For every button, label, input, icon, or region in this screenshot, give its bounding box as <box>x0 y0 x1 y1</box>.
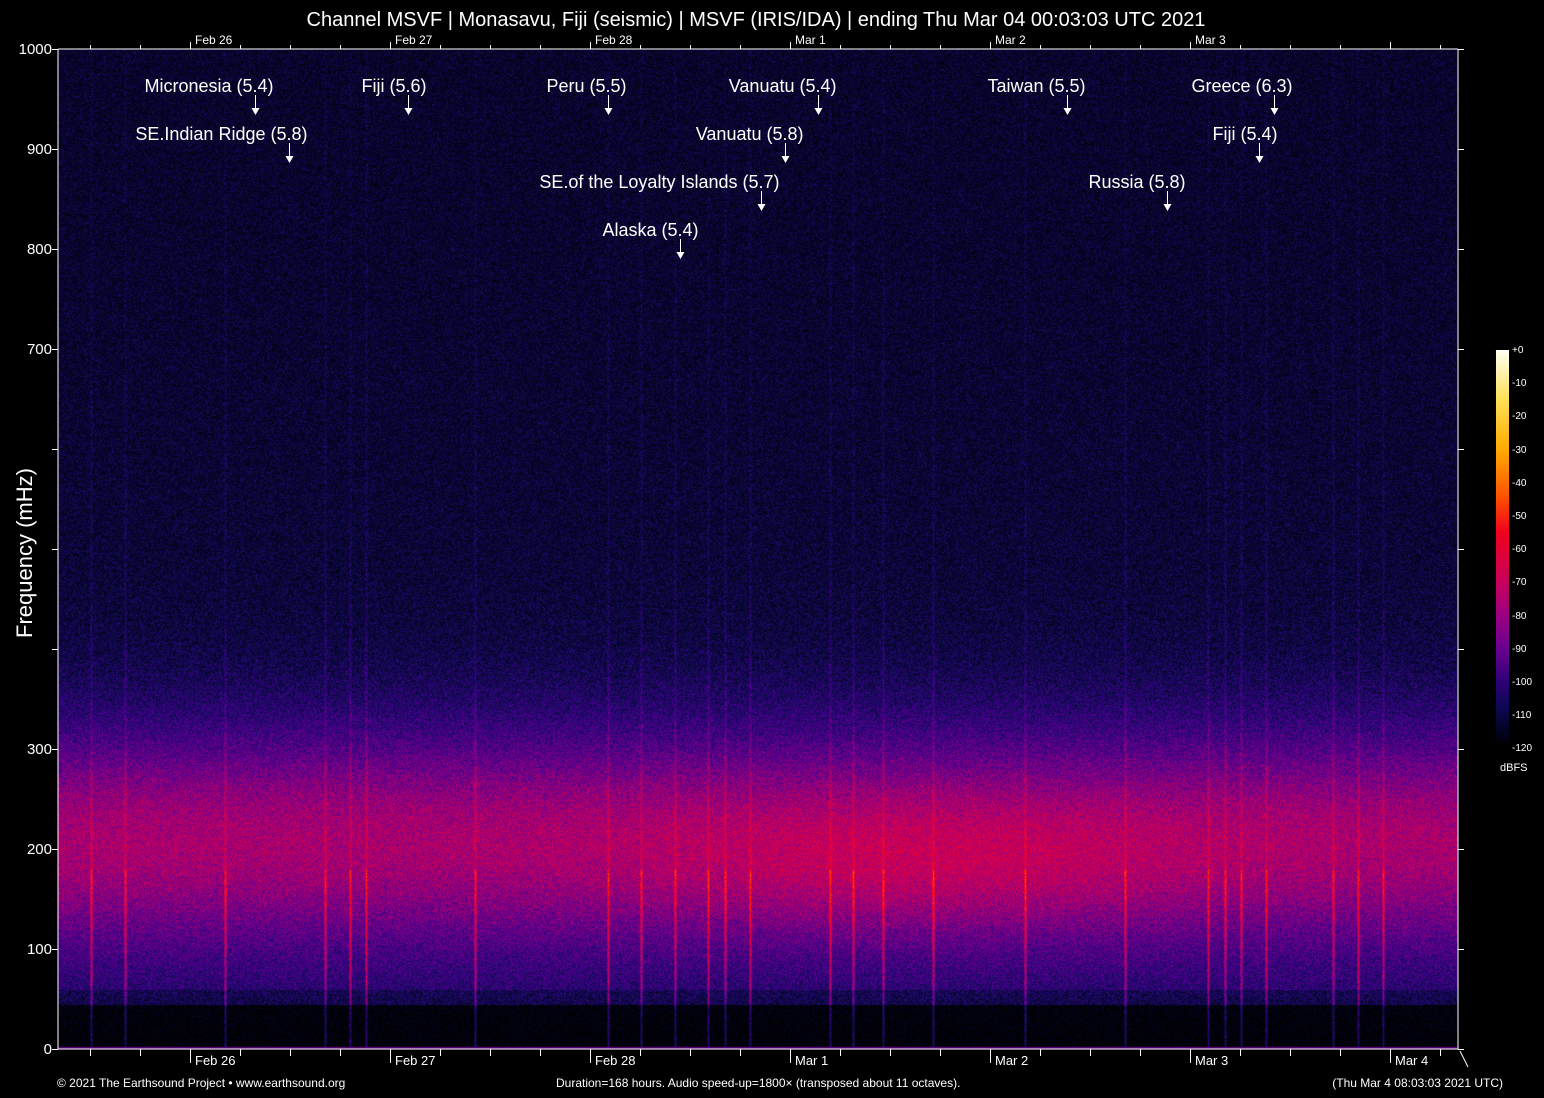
colorbar-tick-label: -110 <box>1512 710 1531 721</box>
top-x-tick-label: Mar 1 <box>795 33 826 47</box>
x-tick-label: Mar 3 <box>1195 1053 1228 1068</box>
y-tick-label: 1000 <box>2 41 52 58</box>
event-arrow-head <box>286 156 294 163</box>
x-tick-label: Feb 27 <box>395 1053 435 1068</box>
colorbar-tick-label: -50 <box>1512 511 1526 522</box>
colorbar-tick-label: -100 <box>1512 677 1532 688</box>
x-tick-label: Mar 1 <box>795 1053 828 1068</box>
colorbar-tick-label: +0 <box>1512 345 1523 356</box>
axes <box>0 0 1544 1098</box>
colorbar-tick-label: -60 <box>1512 544 1526 555</box>
event-arrow-head <box>605 108 613 115</box>
y-tick-label: 800 <box>2 241 52 258</box>
colorbar-tick-label: -10 <box>1512 378 1526 389</box>
event-arrow-head <box>677 252 685 259</box>
y-tick-label: 0 <box>2 1041 52 1058</box>
x-tick-label: Feb 28 <box>595 1053 635 1068</box>
event-arrow-head <box>405 108 413 115</box>
footer-duration: Duration=168 hours. Audio speed-up=1800×… <box>556 1076 960 1090</box>
top-x-tick-label: Mar 2 <box>995 33 1026 47</box>
y-tick-label: 200 <box>2 841 52 858</box>
event-arrow-head <box>1256 156 1264 163</box>
event-label: Greece (6.3) <box>693 76 1293 97</box>
event-arrow-head <box>1064 108 1072 115</box>
event-label: Fiji (5.4) <box>678 124 1278 145</box>
colorbar-tick-label: -20 <box>1512 411 1526 422</box>
event-label: Alaska (5.4) <box>99 220 699 241</box>
top-x-tick-label: Feb 28 <box>595 33 632 47</box>
top-x-tick-label: Mar 3 <box>1195 33 1226 47</box>
event-arrow-head <box>782 156 790 163</box>
top-x-tick-label: Feb 27 <box>395 33 432 47</box>
event-label: Russia (5.8) <box>586 172 1186 193</box>
colorbar-tick-label: -30 <box>1512 445 1526 456</box>
colorbar-tick-label: -120 <box>1512 743 1532 754</box>
colorbar <box>1496 350 1509 748</box>
event-arrow-head <box>758 204 766 211</box>
end-marker <box>1460 1051 1468 1067</box>
colorbar-tick-label: -90 <box>1512 644 1526 655</box>
footer-copyright: © 2021 The Earthsound Project • www.eart… <box>57 1076 345 1090</box>
y-tick-label: 100 <box>2 941 52 958</box>
colorbar-tick-label: -40 <box>1512 478 1526 489</box>
event-arrow-head <box>1271 108 1279 115</box>
y-tick-label: 300 <box>2 741 52 758</box>
x-tick-label: Mar 2 <box>995 1053 1028 1068</box>
x-tick-label: Mar 4 <box>1395 1053 1428 1068</box>
colorbar-tick-label: -70 <box>1512 577 1526 588</box>
event-arrow-head <box>252 108 260 115</box>
top-x-tick-label: Feb 26 <box>195 33 232 47</box>
event-arrow-head <box>815 108 823 115</box>
y-tick-label: 700 <box>2 341 52 358</box>
x-tick-label: Feb 26 <box>195 1053 235 1068</box>
colorbar-tick-label: -80 <box>1512 611 1526 622</box>
footer-timestamp: (Thu Mar 4 08:03:03 2021 UTC) <box>1332 1076 1503 1090</box>
event-arrow-head <box>1164 204 1172 211</box>
colorbar-unit: dBFS <box>1500 762 1528 774</box>
